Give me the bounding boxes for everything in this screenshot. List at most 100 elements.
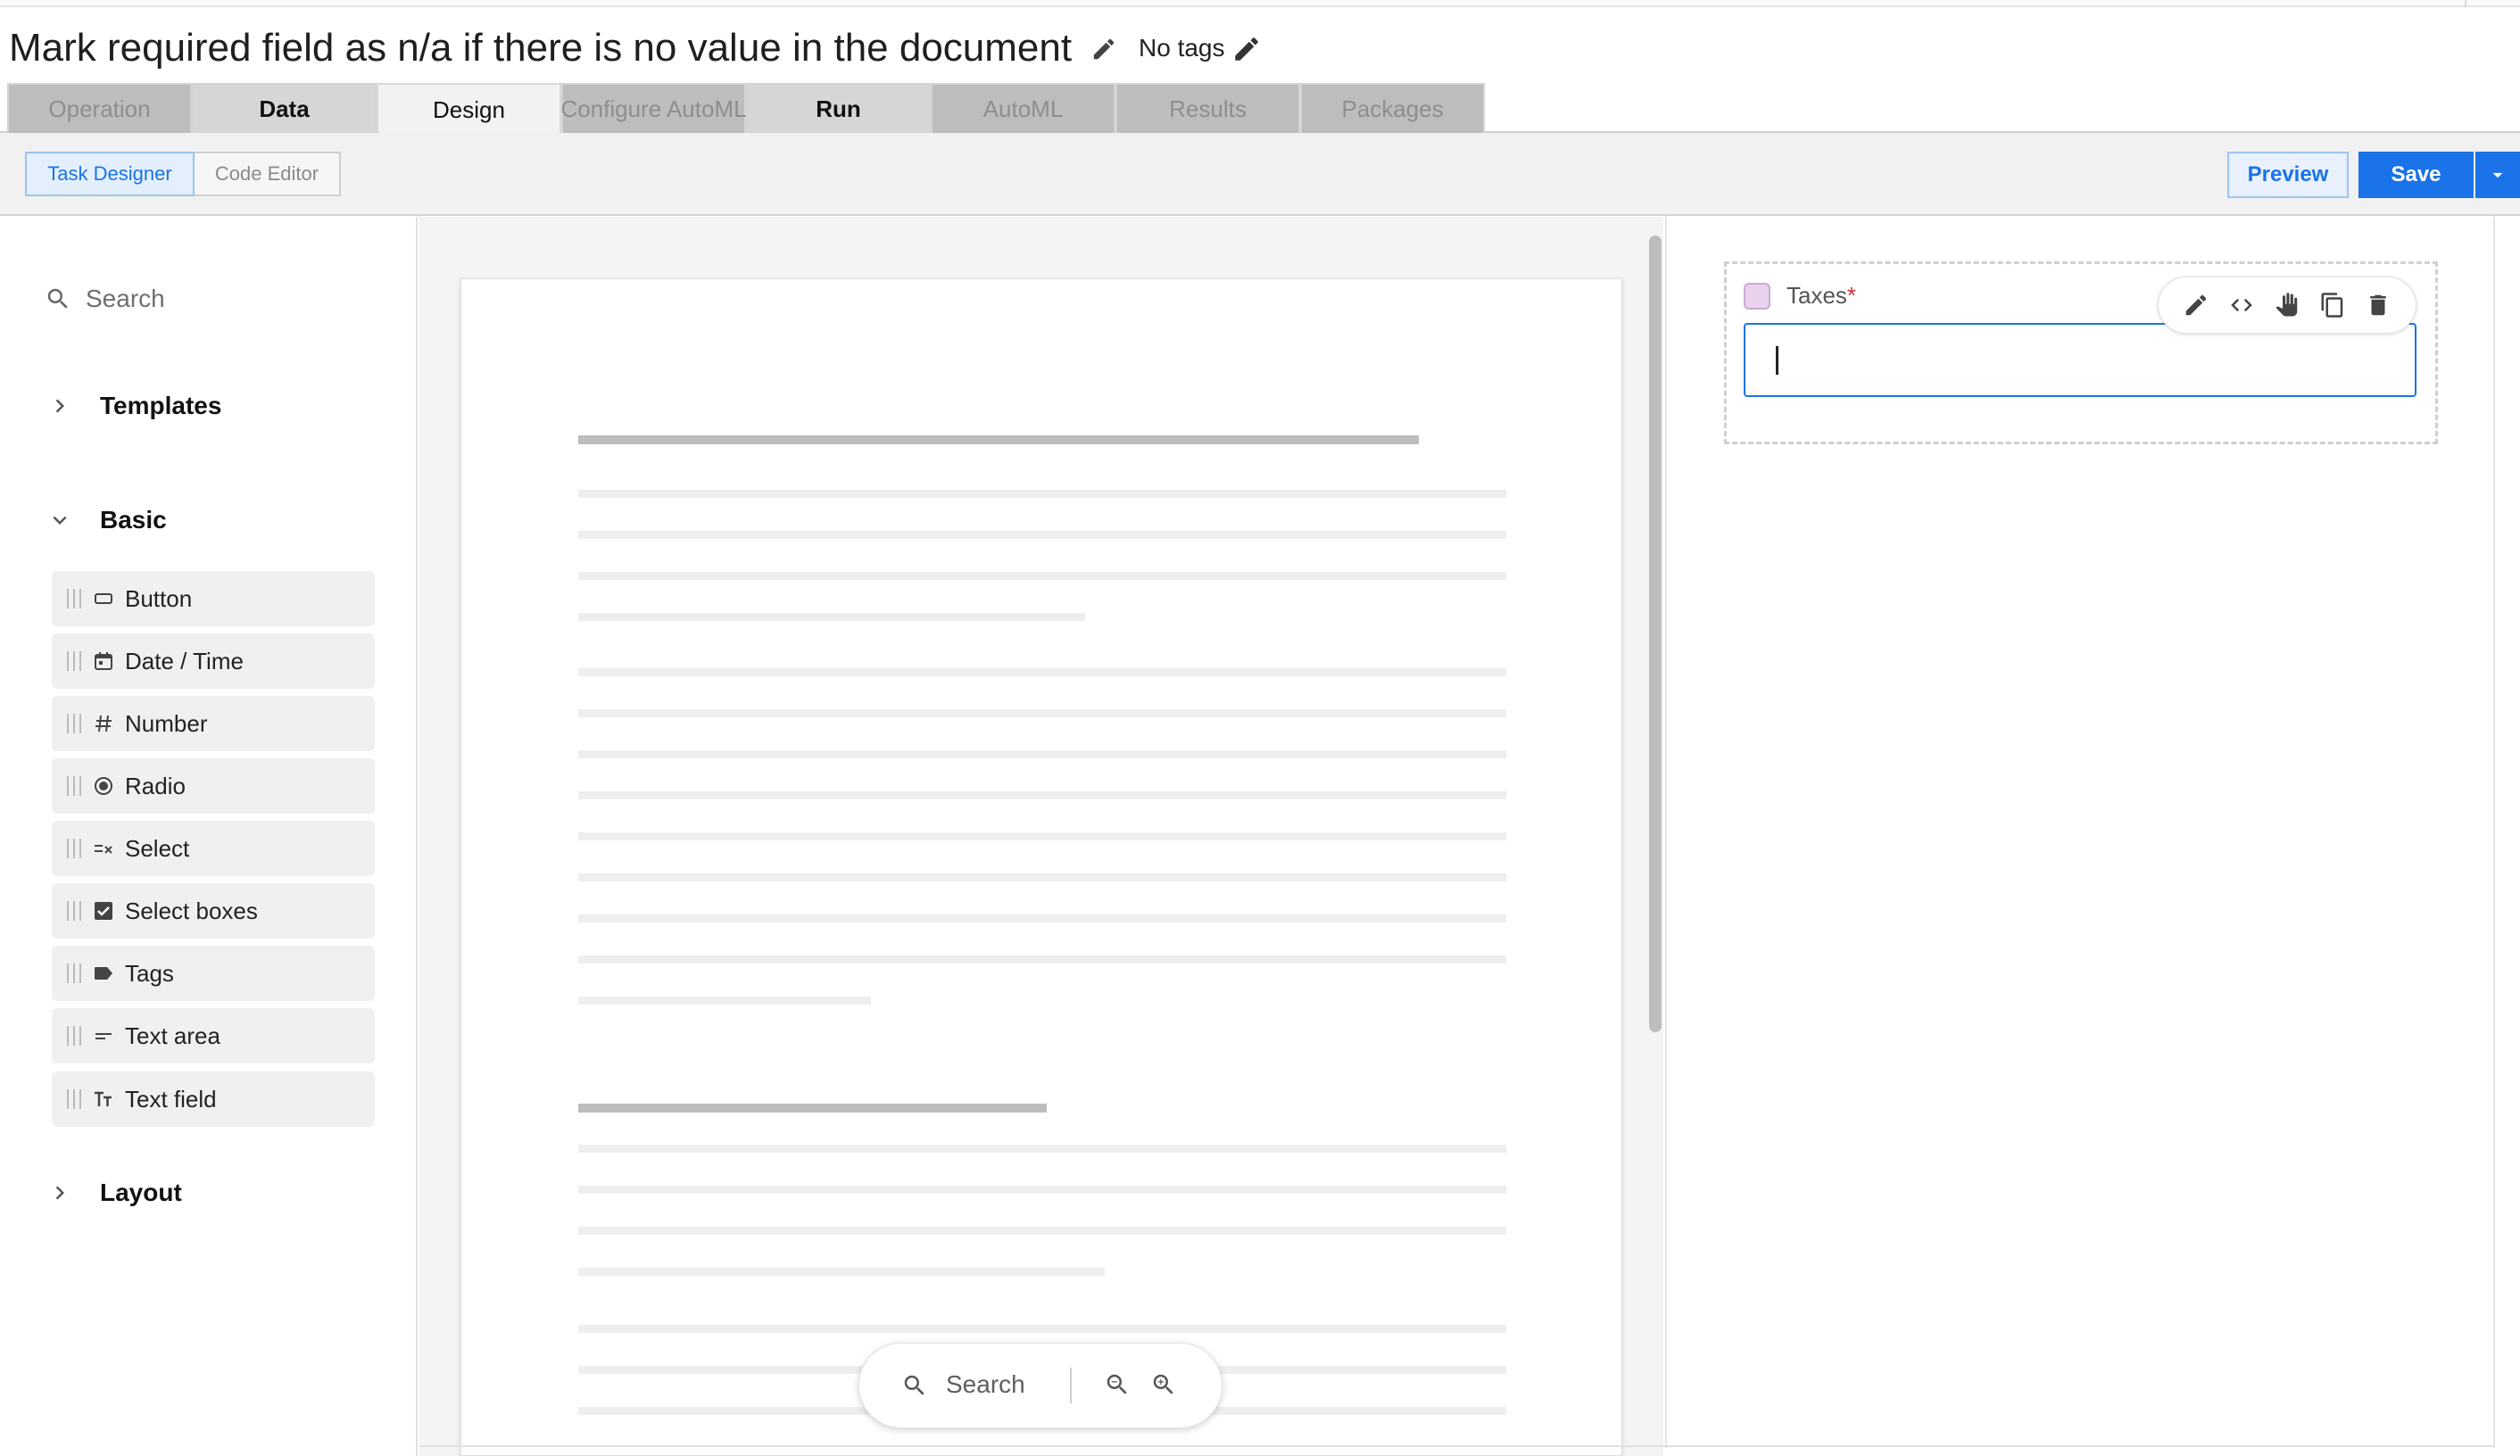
required-marker: *: [1846, 282, 1857, 309]
component-tags[interactable]: Tags: [52, 946, 375, 1001]
task-designer-button[interactable]: Task Designer: [25, 152, 195, 196]
component-label: Button: [125, 584, 193, 612]
component-date-time[interactable]: Date / Time: [52, 633, 375, 689]
save-button[interactable]: Save: [2358, 152, 2474, 198]
text-area-icon: [95, 1033, 112, 1039]
tab-configure-automl[interactable]: Configure AutoML: [560, 83, 747, 133]
document-heading-placeholder: [578, 1104, 1047, 1113]
component-number[interactable]: Number: [52, 696, 375, 751]
copy-icon[interactable]: [2319, 292, 2346, 318]
document-page: [460, 278, 1622, 1456]
component-action-bar: [2158, 277, 2416, 334]
field-label: Taxes*: [1786, 280, 1856, 310]
document-line-placeholder: [578, 490, 1506, 498]
document-heading-placeholder: [578, 435, 1419, 444]
radio-icon: [95, 777, 112, 795]
component-text-field[interactable]: Text field: [52, 1071, 375, 1127]
component-label: Number: [125, 709, 208, 737]
zoom-out-icon[interactable]: [1104, 1371, 1131, 1398]
tab-results[interactable]: Results: [1115, 83, 1300, 133]
header-top-border: [0, 0, 2520, 7]
tab-design[interactable]: Design: [377, 83, 561, 135]
component-label: Text field: [125, 1085, 217, 1113]
document-line-placeholder: [578, 750, 1506, 758]
text-caret: [1776, 346, 1778, 375]
drag-handle-icon[interactable]: [64, 649, 84, 673]
document-line-placeholder: [578, 997, 871, 1005]
tags-label: No tags: [1139, 34, 1225, 62]
workspace-bottom-border: [419, 1445, 2495, 1447]
field-label-text: Taxes: [1786, 282, 1847, 309]
component-label: Select: [125, 834, 190, 862]
component-label: Radio: [125, 772, 186, 799]
component-radio[interactable]: Radio: [52, 758, 375, 814]
document-line-placeholder: [578, 1325, 1506, 1333]
edit-pencil-icon[interactable]: [2183, 292, 2209, 318]
toolbar-divider: [1070, 1368, 1072, 1403]
code-editor-button[interactable]: Code Editor: [195, 152, 341, 196]
drag-handle-icon[interactable]: [64, 587, 84, 610]
document-line-placeholder: [578, 791, 1506, 799]
component-select-boxes[interactable]: Select boxes: [52, 883, 375, 939]
page-title: Mark required field as n/a if there is n…: [9, 26, 1073, 70]
component-search-input[interactable]: Search: [86, 282, 165, 316]
tab-packages[interactable]: Packages: [1300, 83, 1485, 133]
document-line-placeholder: [578, 873, 1506, 881]
hash-icon: [95, 715, 112, 732]
document-line-placeholder: [578, 1227, 1506, 1235]
search-icon[interactable]: [901, 1372, 928, 1399]
preview-button[interactable]: Preview: [2227, 152, 2349, 198]
document-line-placeholder: [578, 832, 1506, 840]
header-divider: [2465, 0, 2466, 7]
delete-trash-icon[interactable]: [2365, 292, 2392, 318]
document-search-input[interactable]: Search: [946, 1368, 1025, 1402]
select-icon: [95, 845, 112, 854]
component-label: Select boxes: [125, 897, 258, 924]
document-line-placeholder: [578, 668, 1506, 676]
document-line-placeholder: [578, 613, 1085, 621]
tag-icon: [95, 967, 112, 980]
designer-toolbar: [0, 133, 2520, 216]
editor-mode-switch: Task Designer Code Editor: [25, 152, 341, 196]
drag-handle-icon[interactable]: [64, 1088, 84, 1111]
save-options-dropdown[interactable]: [2475, 152, 2520, 198]
chevron-down-icon[interactable]: [46, 507, 73, 534]
zoom-in-icon[interactable]: [1150, 1371, 1177, 1398]
drag-hand-icon[interactable]: [2274, 292, 2300, 318]
drag-handle-icon[interactable]: [64, 774, 84, 798]
code-icon[interactable]: [2228, 292, 2255, 318]
taxes-text-field[interactable]: [1744, 323, 2416, 397]
calendar-icon: [95, 652, 112, 670]
text-field-icon: [95, 1091, 112, 1106]
field-color-swatch: [1744, 283, 1770, 310]
drag-handle-icon[interactable]: [64, 899, 84, 922]
caret-down-icon: [2492, 172, 2503, 178]
component-text-area[interactable]: Text area: [52, 1008, 375, 1063]
document-line-placeholder: [578, 1268, 1105, 1276]
component-button[interactable]: Button: [52, 571, 375, 626]
section-templates[interactable]: Templates: [100, 390, 221, 422]
tab-bar: Operation Data Design Configure AutoML R…: [7, 83, 1485, 135]
tab-operation[interactable]: Operation: [7, 83, 192, 133]
checkbox-icon: [95, 902, 112, 920]
edit-title-pencil-icon[interactable]: [1090, 36, 1117, 62]
document-line-placeholder: [578, 531, 1506, 539]
drag-handle-icon[interactable]: [64, 837, 84, 860]
tab-run[interactable]: Run: [746, 83, 931, 133]
drag-handle-icon[interactable]: [64, 712, 84, 735]
component-select[interactable]: Select: [52, 821, 375, 876]
document-line-placeholder: [578, 1186, 1506, 1194]
drag-handle-icon[interactable]: [64, 962, 84, 985]
section-layout[interactable]: Layout: [100, 1177, 182, 1209]
document-line-placeholder: [578, 914, 1506, 922]
section-basic[interactable]: Basic: [100, 504, 167, 536]
document-line-placeholder: [578, 956, 1506, 964]
drag-handle-icon[interactable]: [64, 1024, 84, 1047]
document-scrollbar[interactable]: [1649, 236, 1662, 1032]
tab-automl[interactable]: AutoML: [931, 83, 1115, 133]
edit-tags-pencil-icon[interactable]: [1231, 34, 1262, 64]
chevron-right-icon[interactable]: [46, 393, 73, 419]
chevron-right-icon[interactable]: [46, 1179, 73, 1206]
component-label: Tags: [125, 959, 174, 987]
tab-data[interactable]: Data: [192, 83, 377, 133]
